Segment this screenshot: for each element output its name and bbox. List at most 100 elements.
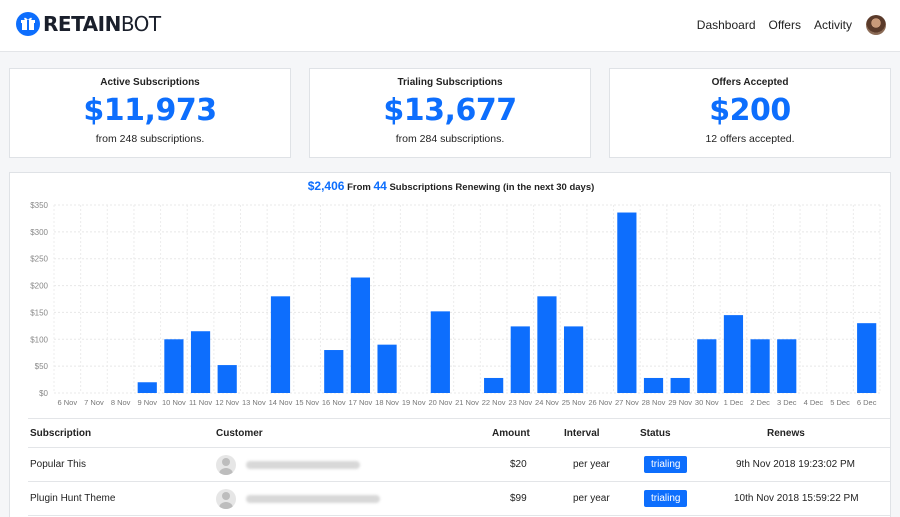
y-tick-label: $0 (39, 389, 48, 398)
nav-dashboard-link[interactable]: Dashboard (697, 18, 756, 32)
x-tick-label: 25 Nov (562, 398, 586, 407)
x-tick-label: 27 Nov (615, 398, 639, 407)
logo-text-bold: RETAIN (43, 12, 121, 36)
x-tick-label: 30 Nov (695, 398, 719, 407)
x-tick-label: 15 Nov (295, 398, 319, 407)
bar (563, 326, 584, 393)
nav-activity-link[interactable]: Activity (814, 18, 852, 32)
bar (164, 339, 184, 393)
x-tick-label: 14 Nov (269, 398, 293, 407)
y-tick-label: $150 (30, 308, 48, 317)
x-tick-label: 12 Nov (215, 398, 239, 407)
y-tick-label: $50 (35, 362, 49, 371)
header-amount[interactable]: Amount (492, 419, 530, 447)
card-title: Offers Accepted (711, 77, 789, 88)
bar (510, 326, 530, 393)
subscription-name[interactable]: Plugin Hunt Theme (30, 482, 115, 515)
bar (270, 296, 291, 393)
bar (643, 377, 664, 393)
bar (697, 339, 717, 393)
bar (217, 365, 237, 393)
renewing-count: 44 (373, 179, 387, 193)
x-tick-label: 11 Nov (189, 398, 212, 407)
interval-cell: per year (573, 459, 610, 470)
renewing-from: From (347, 182, 371, 193)
user-avatar[interactable] (866, 15, 886, 35)
bar (670, 377, 690, 393)
x-tick-label: 9 Nov (137, 398, 157, 407)
header-customer[interactable]: Customer (216, 419, 263, 447)
table-row[interactable]: Plugin Hunt Theme $99 per year trialing … (28, 482, 890, 516)
renewing-amount: $2,406 (307, 179, 345, 193)
renewals-panel: $2,406 From 44 Subscriptions Renewing (i… (9, 172, 891, 517)
card-subtitle: from 284 subscriptions. (395, 133, 505, 145)
card-subtitle: from 248 subscriptions. (95, 133, 205, 145)
offers-accepted-card: Offers Accepted $200 12 offers accepted. (609, 68, 891, 158)
renewals-bar-chart: $0 $50 $100 $150 $200 $250 $300 $350 6 Nov 7 Nov 8… (30, 201, 881, 407)
x-tick-label: 13 Nov (242, 398, 266, 407)
status-badge: trialing (644, 490, 688, 507)
bar (137, 382, 157, 393)
renews-cell: 10th Nov 2018 15:59:22 PM (734, 493, 859, 504)
y-tick-label: $100 (30, 335, 48, 344)
x-tick-label: 6 Nov (58, 398, 78, 407)
x-tick-label: 10 Nov (162, 398, 186, 407)
x-tick-label: 24 Nov (535, 398, 559, 407)
bar (777, 339, 797, 393)
x-tick-label: 17 Nov (349, 398, 373, 407)
bar (430, 311, 450, 393)
logo-wordmark: RETAINBOT (43, 12, 161, 36)
trialing-subscriptions-card: Trialing Subscriptions $13,677 from 284 … (309, 68, 591, 158)
customer-cell (216, 448, 360, 481)
subscriptions-table: Subscription Customer Amount Interval St… (28, 418, 890, 516)
y-tick-label: $350 (30, 201, 48, 210)
card-title: Trialing Subscriptions (397, 77, 503, 88)
x-tick-label: 22 Nov (482, 398, 506, 407)
x-tick-label: 16 Nov (322, 398, 346, 407)
y-tick-label: $200 (30, 282, 48, 291)
gift-icon (16, 12, 40, 36)
customer-avatar-icon (216, 454, 236, 475)
table-row[interactable]: Popular This $20 per year trialing 9th N… (28, 448, 890, 482)
x-tick-label: 20 Nov (428, 398, 452, 407)
customer-avatar-icon (216, 488, 236, 509)
bar (377, 344, 397, 393)
renews-cell: 9th Nov 2018 19:23:02 PM (736, 459, 855, 470)
customer-cell (216, 482, 380, 515)
status-cell: trialing (644, 482, 688, 515)
top-navbar: RETAINBOT Dashboard Offers Activity (0, 0, 900, 52)
x-tick-label: 5 Dec (830, 398, 850, 407)
x-tick-label: 21 Nov (455, 398, 479, 407)
x-tick-label: 26 Nov (588, 398, 612, 407)
x-tick-label: 18 Nov (375, 398, 399, 407)
y-tick-label: $250 (30, 255, 48, 264)
status-badge: trialing (644, 456, 688, 473)
x-tick-label: 29 Nov (668, 398, 692, 407)
x-tick-label: 28 Nov (642, 398, 666, 407)
card-subtitle: 12 offers accepted. (705, 133, 795, 145)
customer-email-redacted (246, 494, 380, 503)
header-renews[interactable]: Renews (767, 419, 805, 447)
card-title: Active Subscriptions (100, 77, 200, 88)
bar (324, 350, 344, 393)
x-tick-label: 6 Dec (857, 398, 877, 407)
card-value: $11,973 (83, 93, 217, 128)
x-tick-label: 19 Nov (402, 398, 426, 407)
app-logo[interactable]: RETAINBOT (16, 12, 161, 36)
x-tick-label: 23 Nov (508, 398, 532, 407)
subscription-name[interactable]: Popular This (30, 448, 86, 481)
status-cell: trialing (644, 448, 688, 481)
x-tick-label: 7 Nov (84, 398, 104, 407)
renewing-suffix: Subscriptions Renewing (in the next 30 d… (389, 182, 595, 193)
header-status[interactable]: Status (640, 419, 671, 447)
bar (857, 323, 877, 393)
nav-offers-link[interactable]: Offers (769, 18, 801, 32)
amount-cell: $20 (510, 459, 527, 470)
x-tick-label: 2 Dec (750, 398, 770, 407)
x-tick-label: 4 Dec (804, 398, 824, 407)
active-subscriptions-card: Active Subscriptions $11,973 from 248 su… (9, 68, 291, 158)
header-interval[interactable]: Interval (564, 419, 600, 447)
bar (484, 377, 504, 393)
header-subscription[interactable]: Subscription (30, 419, 91, 447)
bar (723, 315, 744, 393)
